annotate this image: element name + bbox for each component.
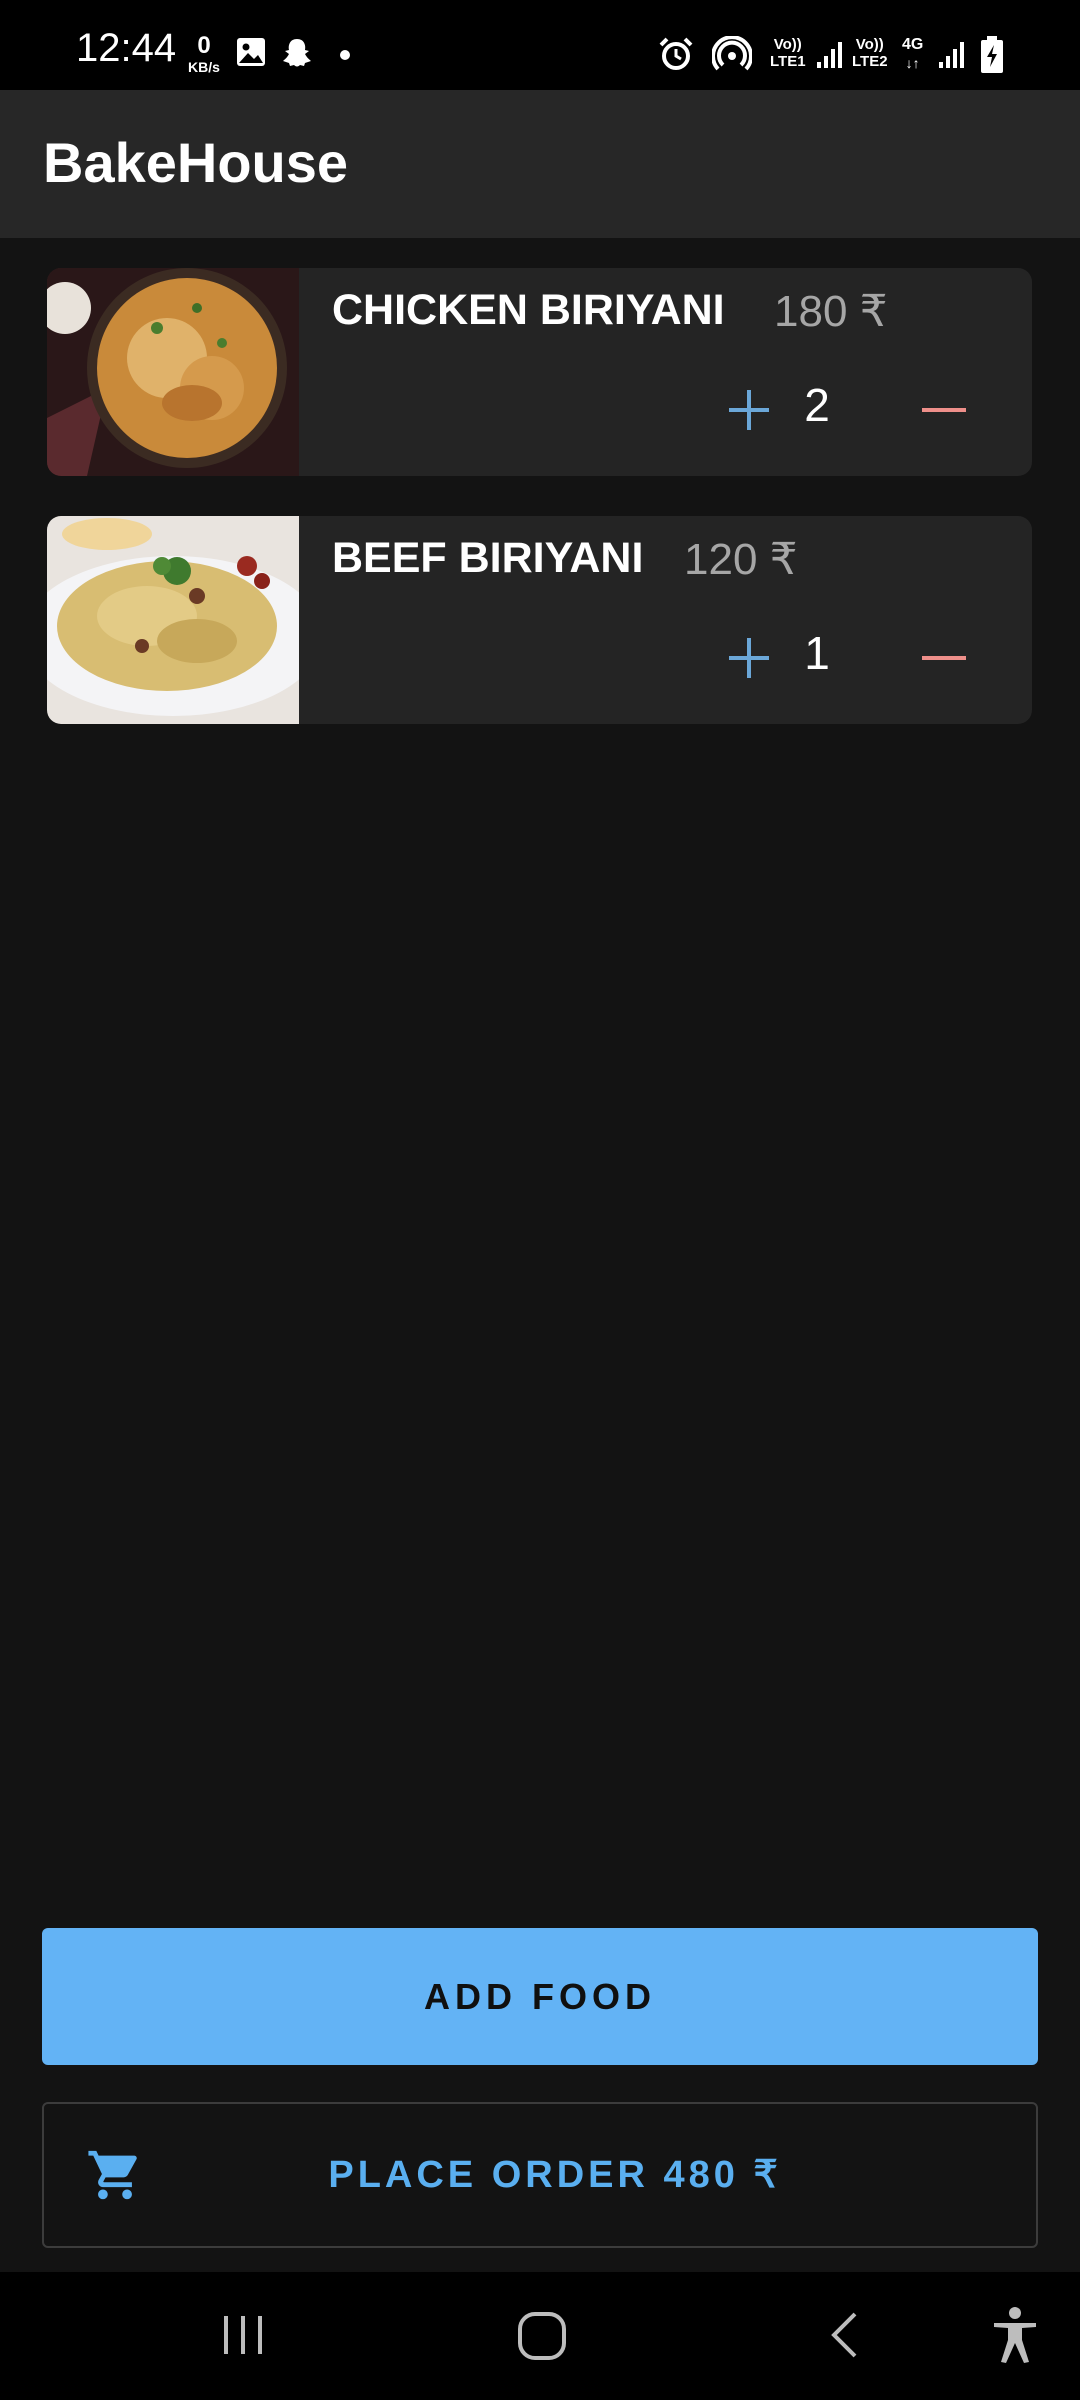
alarm-icon — [658, 36, 694, 77]
increase-quantity-button[interactable] — [719, 380, 779, 440]
app-title: BakeHouse — [43, 131, 349, 194]
sim1-label-top: Vo)) — [773, 36, 802, 53]
sim1-volte: Vo)) LTE1 — [770, 36, 806, 70]
status-bar: 12:44 0 KB/s Vo)) LTE1 Vo)) LTE2 4G ↓↑ — [0, 0, 1080, 90]
sim1-label-bottom: LTE1 — [770, 53, 806, 70]
home-icon[interactable] — [516, 2310, 568, 2367]
chicken-biriyani-photo — [47, 268, 299, 476]
item-name: BEEF BIRIYANI — [332, 534, 644, 582]
place-order-button[interactable]: PLACE ORDER 480 ₹ — [42, 2102, 1038, 2248]
accessibility-icon[interactable] — [990, 2306, 1040, 2369]
snapchat-icon — [280, 36, 314, 75]
status-time: 12:44 — [76, 26, 177, 70]
gallery-icon — [235, 36, 267, 73]
navigation-bar — [0, 2272, 1080, 2400]
back-icon[interactable] — [820, 2310, 870, 2365]
item-price: 120 ₹ — [684, 535, 798, 584]
data-speed-unit: KB/s — [188, 59, 220, 75]
network-type-label: 4G — [902, 36, 924, 53]
sim2-label-bottom: LTE2 — [852, 53, 888, 70]
data-speed-value: 0 — [197, 32, 211, 59]
battery-charging-icon — [980, 36, 1004, 79]
sim2-volte: Vo)) LTE2 — [852, 36, 888, 70]
decrease-quantity-button[interactable] — [914, 380, 974, 440]
app-bar: BakeHouse — [0, 90, 1080, 238]
recents-icon[interactable] — [218, 2310, 268, 2365]
item-quantity: 2 — [804, 379, 830, 431]
data-arrows-icon: ↓↑ — [905, 55, 920, 71]
item-price: 180 ₹ — [774, 287, 888, 336]
notification-dot — [340, 50, 350, 60]
item-name: CHICKEN BIRIYANI — [332, 286, 725, 334]
cart-item: BEEF BIRIYANI 120 ₹ 1 — [47, 516, 1032, 724]
signal-icon — [815, 40, 845, 75]
signal-icon — [937, 40, 967, 75]
beef-biriyani-photo — [47, 516, 323, 724]
network-type: 4G ↓↑ — [902, 36, 923, 73]
cart-item: CHICKEN BIRIYANI 180 ₹ 2 — [47, 268, 1032, 476]
increase-quantity-button[interactable] — [719, 628, 779, 688]
hotspot-icon — [711, 35, 753, 77]
decrease-quantity-button[interactable] — [914, 628, 974, 688]
add-food-button[interactable]: ADD FOOD — [42, 1928, 1038, 2065]
data-speed: 0 KB/s — [184, 32, 224, 75]
item-quantity: 1 — [804, 627, 830, 679]
sim2-label-top: Vo)) — [855, 36, 884, 53]
place-order-label: PLACE ORDER 480 ₹ — [328, 2154, 782, 2196]
